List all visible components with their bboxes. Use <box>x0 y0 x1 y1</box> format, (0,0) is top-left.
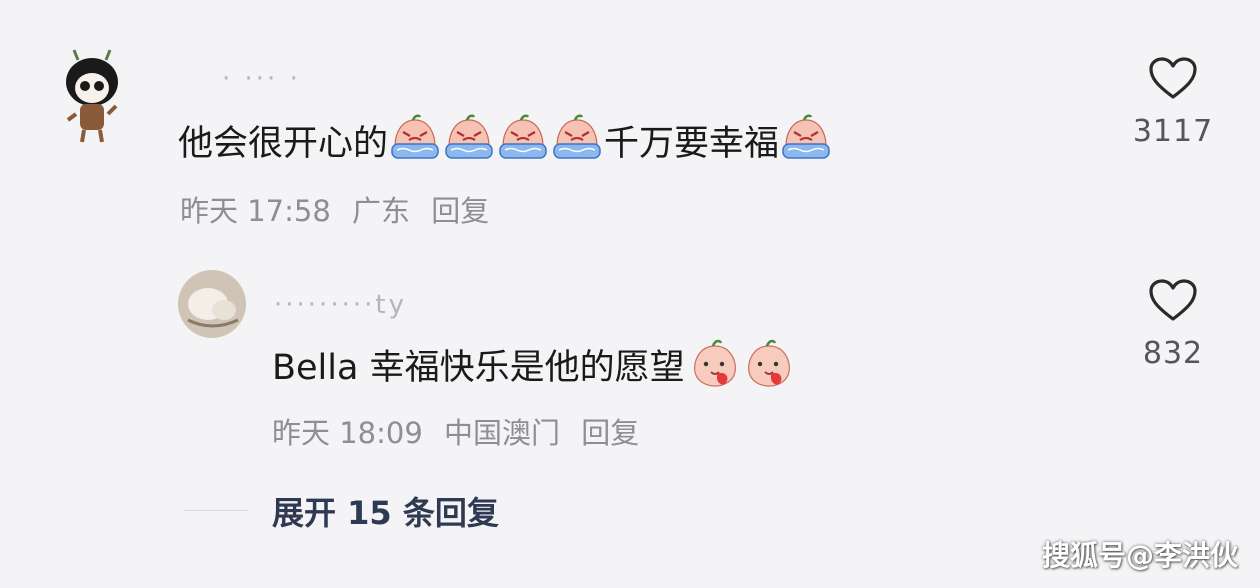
comment-username[interactable]: ·········ty <box>274 290 407 320</box>
avatar-image <box>178 270 246 338</box>
like-count: 3117 <box>1132 114 1214 149</box>
comment-time: 昨天 17:58 <box>180 194 331 228</box>
avatar[interactable] <box>178 270 246 338</box>
reply-button[interactable]: 回复 <box>431 194 489 228</box>
divider <box>184 510 248 511</box>
comment-meta: 昨天 18:09 中国澳门 回复 <box>272 410 651 452</box>
comment-location: 中国澳门 <box>444 416 561 450</box>
like-button[interactable]: 3117 <box>1118 56 1228 149</box>
heart-icon <box>1148 278 1198 322</box>
reply-button[interactable]: 回复 <box>581 416 639 450</box>
crying-peach-emoji <box>443 114 495 166</box>
avatar[interactable] <box>56 46 128 146</box>
expand-replies-button[interactable]: 展开 15 条回复 <box>272 488 499 534</box>
like-button[interactable]: 832 <box>1118 278 1228 371</box>
crying-peach-emoji <box>389 114 441 166</box>
crying-peach-emoji <box>551 114 603 166</box>
avatar-image <box>56 46 128 146</box>
comment-text: 他会很开心的 千万要幸福 <box>178 112 833 168</box>
crying-peach-emoji <box>780 114 832 166</box>
comment-text: Bella 幸福快乐是他的愿望 <box>272 336 796 392</box>
comment-username[interactable]: · ··· · <box>222 64 301 94</box>
comment-text-part1: 他会很开心的 <box>178 123 389 164</box>
crying-peach-emoji <box>497 114 549 166</box>
comment-meta: 昨天 17:58 广东 回复 <box>180 188 501 230</box>
heart-icon <box>1148 56 1198 100</box>
comment-text-part2: 千万要幸福 <box>604 123 780 164</box>
blushing-peach-emoji <box>743 338 795 390</box>
watermark: 搜狐号@李洪伙 <box>1041 539 1238 572</box>
comment-text-body: Bella 幸福快乐是他的愿望 <box>272 347 685 388</box>
like-count: 832 <box>1142 336 1204 371</box>
blushing-peach-emoji <box>689 338 741 390</box>
comment-time: 昨天 18:09 <box>272 416 423 450</box>
comment-location: 广东 <box>352 194 411 228</box>
